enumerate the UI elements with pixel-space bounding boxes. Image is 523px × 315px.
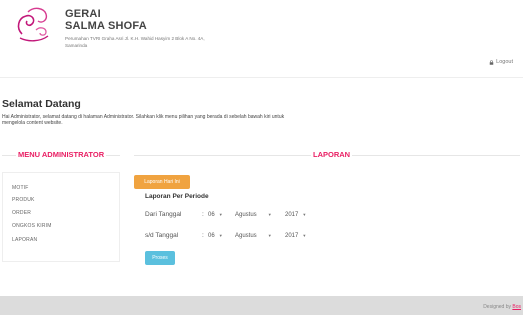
sidebar-item-ongkos-kirim[interactable]: ONGKOS KIRIM [12,223,52,229]
colon-separator: : [202,211,204,218]
brand-name-line1: GERAI [65,8,101,20]
dropdown-arrow-icon: ▼ [302,233,307,238]
footer: Designed by Bos [0,296,523,315]
from-month-value: Agustus [235,211,257,218]
colon-separator: : [202,232,204,239]
logout-link[interactable]: Logout [489,59,513,65]
dropdown-arrow-icon: ▼ [218,212,223,217]
lock-icon [489,59,494,65]
brand-name-line2: SALMA SHOFA [65,20,147,32]
to-date-label: s/d Tanggal [145,232,179,239]
dropdown-arrow-icon: ▼ [267,212,272,217]
from-year-select[interactable]: 2017 ▼ [285,209,306,220]
logo-icon [17,7,49,42]
dropdown-arrow-icon: ▼ [302,212,307,217]
to-year-select[interactable]: 2017 ▼ [285,230,306,241]
sidebar-menu: MOTIF PRODUK ORDER ONGKOS KIRIM LAPORAN [2,172,120,262]
footer-credit-prefix: Designed by [483,304,511,310]
dropdown-arrow-icon: ▼ [267,233,272,238]
to-month-select[interactable]: Agustus ▼ [235,230,272,241]
from-day-select[interactable]: 06 ▼ [208,209,223,220]
sidebar-item-order[interactable]: ORDER [12,210,31,216]
footer-credit: Designed by Bos [483,304,521,310]
page-title: Selamat Datang [2,98,81,110]
from-day-value: 06 [208,211,215,218]
to-month-value: Agustus [235,232,257,239]
sidebar-item-motif[interactable]: MOTIF [12,185,29,191]
daily-report-button[interactable]: Laporan Hari Ini [134,175,190,189]
period-heading: Laporan Per Periode [145,193,209,200]
from-year-value: 2017 [285,211,299,218]
from-month-select[interactable]: Agustus ▼ [235,209,272,220]
address-line2: Samarinda [65,43,88,48]
sidebar-item-produk[interactable]: PRODUK [12,197,35,203]
report-section-title: LAPORAN [311,150,353,159]
intro-text-line2: mengelola content website. [2,120,63,126]
header: GERAI SALMA SHOFA Perumahan TVRI Graha A… [0,0,523,78]
from-date-label: Dari Tanggal [145,211,182,218]
submit-button[interactable]: Proses [145,251,175,265]
to-day-select[interactable]: 06 ▼ [208,230,223,241]
sidebar-item-laporan[interactable]: LAPORAN [12,237,37,243]
to-year-value: 2017 [285,232,299,239]
menu-section-title: MENU ADMINISTRATOR [16,150,107,159]
dropdown-arrow-icon: ▼ [218,233,223,238]
address-line1: Perumahan TVRI Graha Asri Jl. K.H. Wahid… [65,36,205,41]
logout-label[interactable]: Logout [496,59,513,65]
to-day-value: 06 [208,232,215,239]
designer-link[interactable]: Bos [512,304,521,310]
